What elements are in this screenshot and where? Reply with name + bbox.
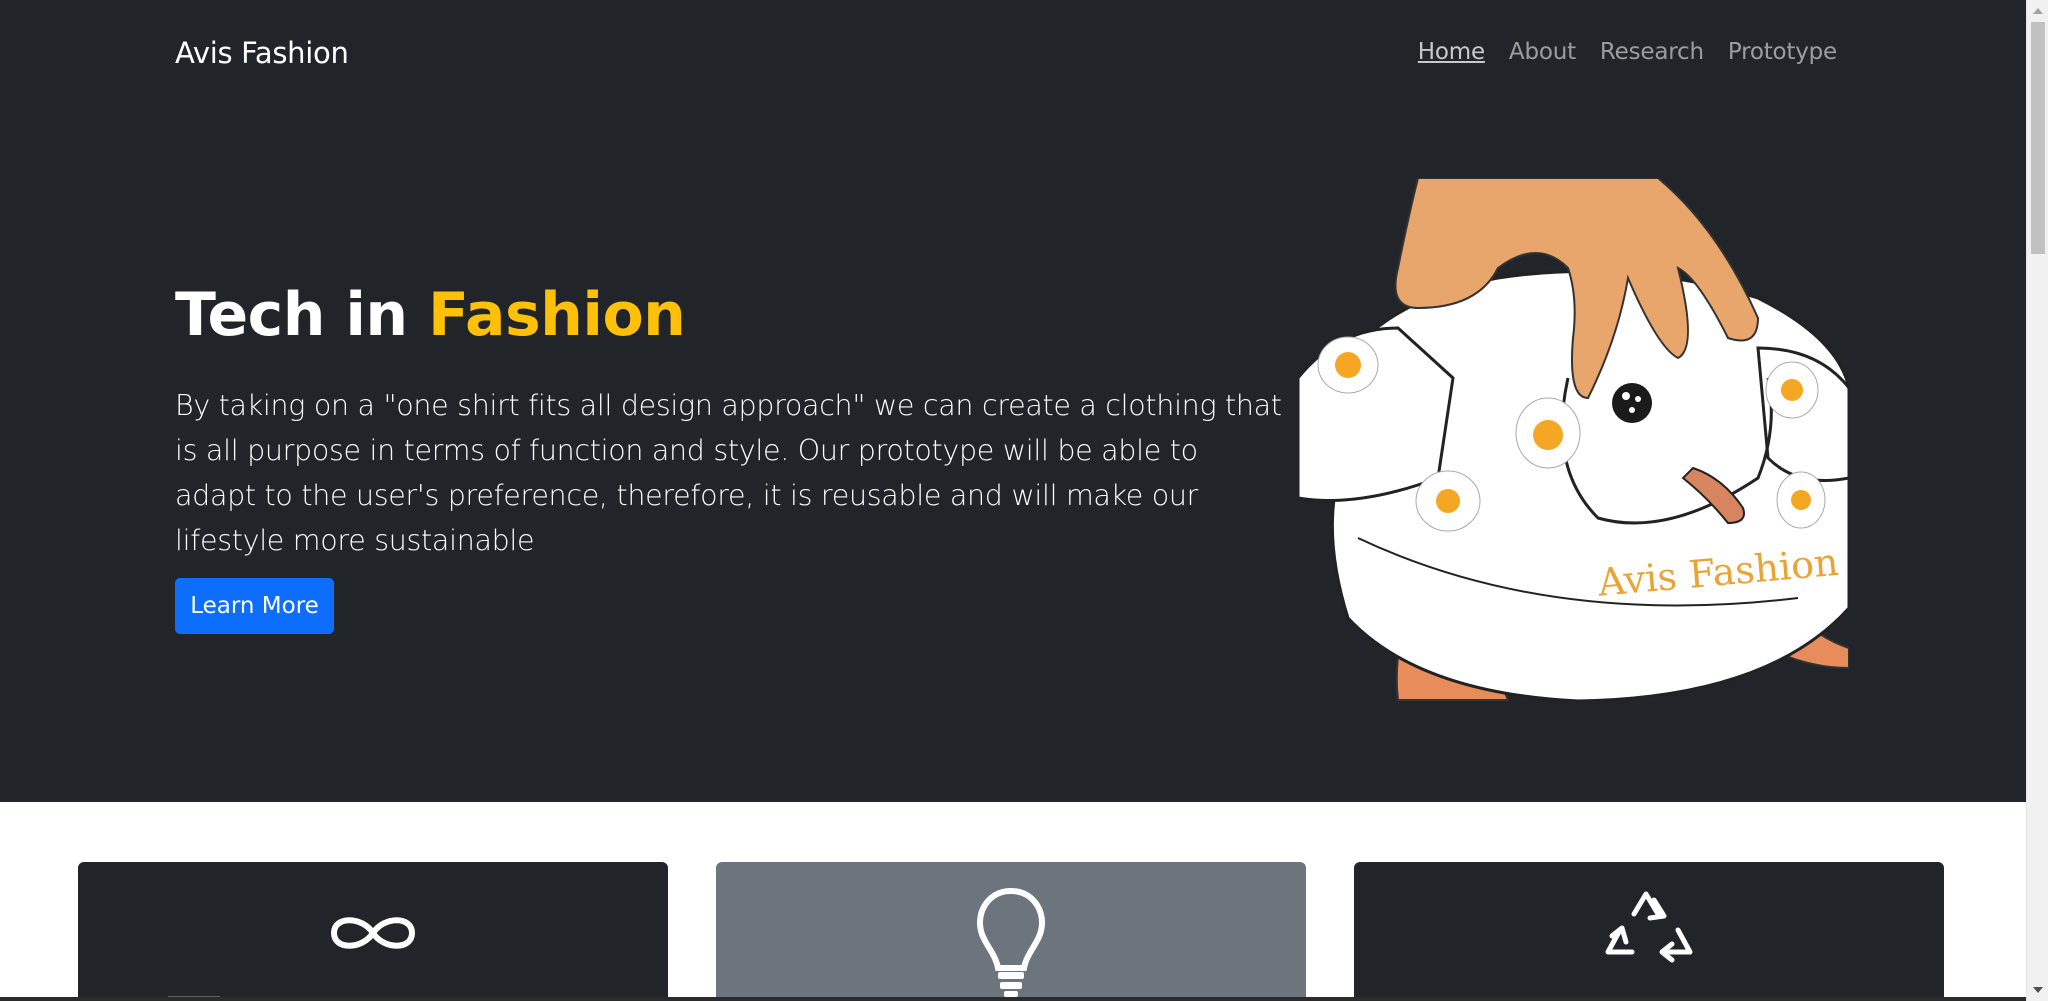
scroll-down-arrow-icon[interactable]	[2033, 987, 2043, 993]
nav-link-about[interactable]: About	[1509, 39, 1576, 65]
feature-card-lightbulb	[716, 862, 1306, 1001]
recycle-icon	[1605, 891, 1693, 963]
nav-link-research[interactable]: Research	[1600, 39, 1704, 65]
scroll-up-arrow-icon[interactable]	[2033, 8, 2043, 14]
hero-section: Avis Fashion Home About Research Prototy…	[0, 0, 2026, 802]
nav-link-home[interactable]: Home	[1418, 39, 1485, 65]
hero-image-shirt-illustration: Avis Fashion	[1298, 178, 1849, 701]
navbar: Avis Fashion Home About Research Prototy…	[0, 0, 2026, 110]
hero-title: Tech in Fashion	[175, 280, 686, 350]
feature-card-infinity	[78, 862, 668, 1001]
bottom-divider	[0, 997, 2026, 1001]
page-viewport: Avis Fashion Home About Research Prototy…	[0, 0, 2026, 1001]
feature-card-recycle	[1354, 862, 1944, 1001]
lightbulb-icon	[976, 887, 1046, 997]
page-scrollbar[interactable]	[2026, 0, 2048, 1001]
infinity-icon	[330, 917, 416, 949]
hero-title-accent: Fashion	[428, 280, 686, 350]
hero-description: By taking on a "one shirt fits all desig…	[175, 389, 1282, 557]
nav-links: Home About Research Prototype	[1418, 39, 1837, 65]
nav-link-prototype[interactable]: Prototype	[1728, 39, 1837, 65]
learn-more-button[interactable]: Learn More	[175, 578, 334, 634]
scroll-thumb[interactable]	[2031, 22, 2045, 254]
navbar-brand[interactable]: Avis Fashion	[175, 36, 349, 70]
hero-title-main: Tech in	[175, 280, 428, 350]
